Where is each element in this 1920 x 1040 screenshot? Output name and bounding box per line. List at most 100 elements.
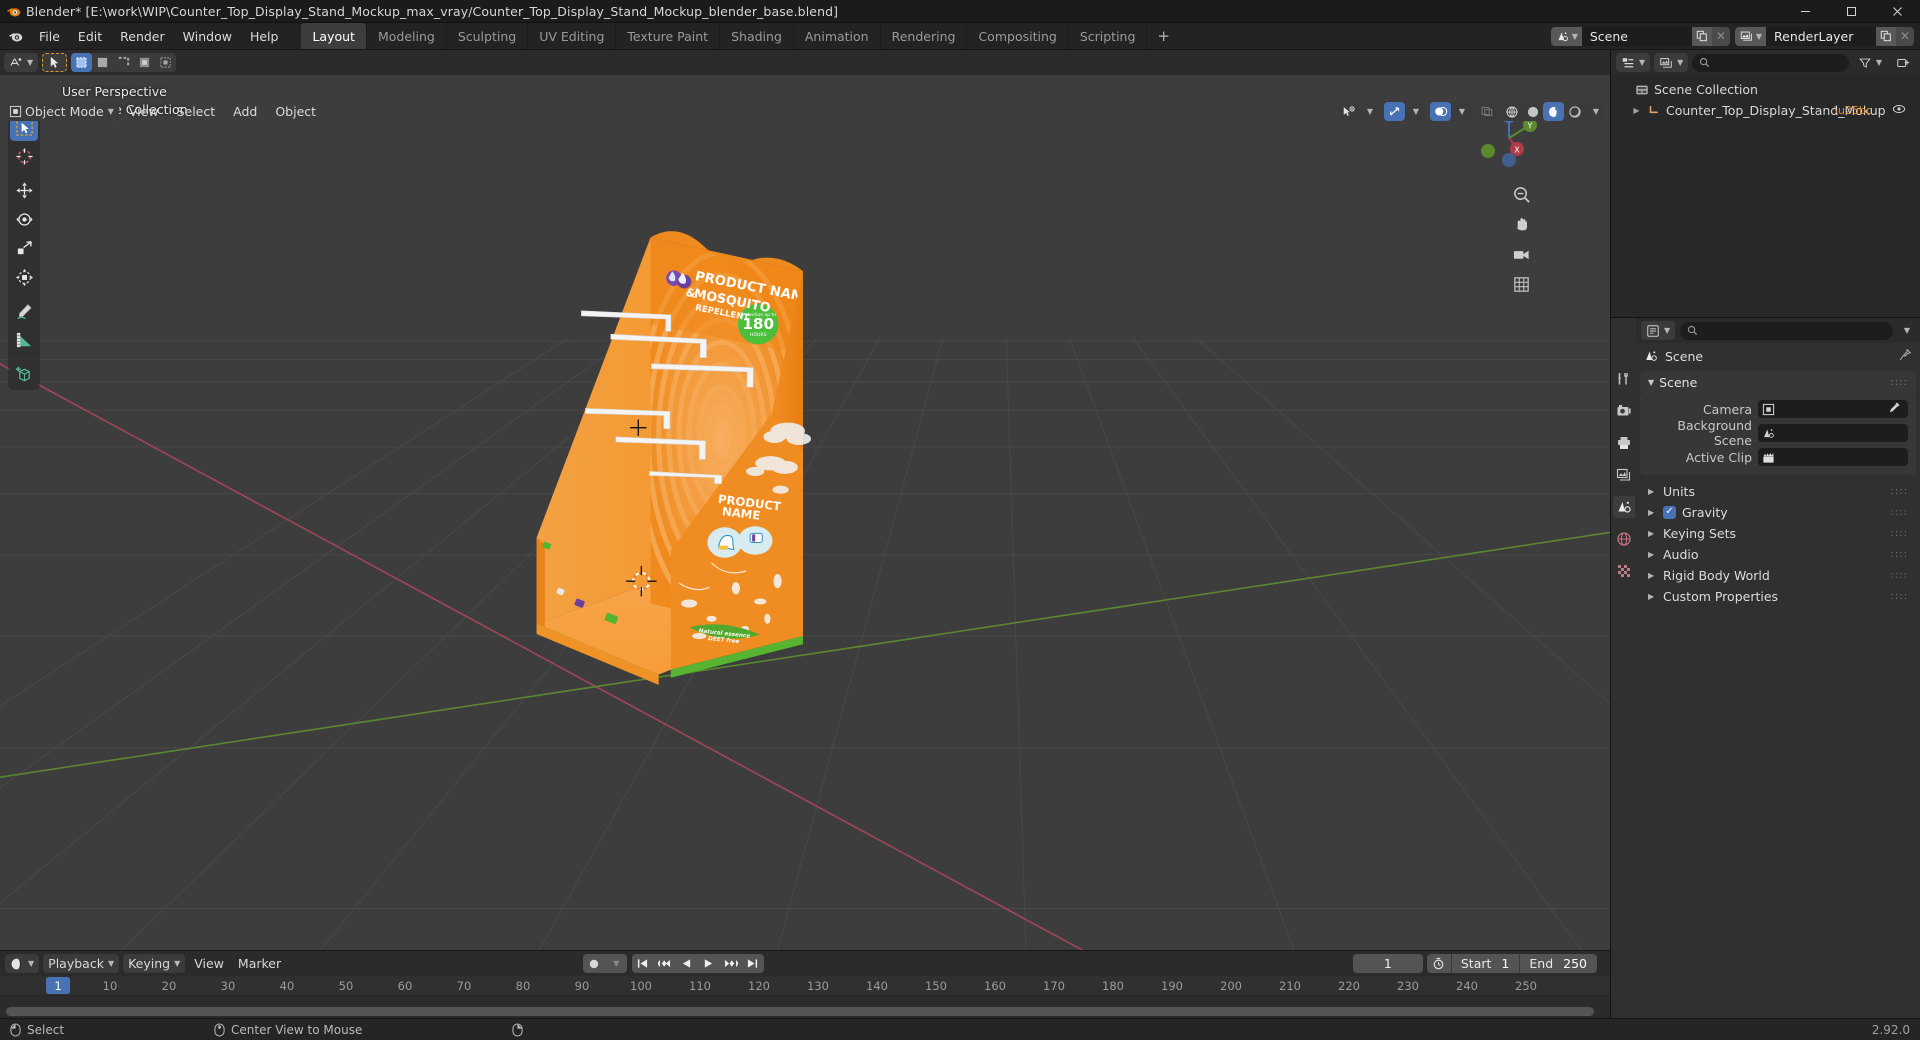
- tab-compositing[interactable]: Compositing: [966, 23, 1067, 49]
- editor-type-3dview-icon[interactable]: ▼: [4, 53, 39, 72]
- tab-scripting[interactable]: Scripting: [1067, 23, 1147, 49]
- panel-header-scene[interactable]: ▼ Scene ::::: [1640, 371, 1916, 394]
- viewport-3d[interactable]: 180 Protection up to HOURS PRODUCT NAME …: [0, 75, 1610, 950]
- gizmo-icon[interactable]: [1384, 102, 1405, 121]
- toggle-ortho-icon[interactable]: [1510, 273, 1532, 295]
- collapse-triangle-icon[interactable]: ▼: [1648, 378, 1654, 387]
- select-cursor-icon[interactable]: [42, 53, 68, 72]
- tab-sculpting[interactable]: Sculpting: [445, 23, 527, 49]
- object-visibility-icon[interactable]: [1338, 102, 1359, 121]
- outliner-row-scene-collection[interactable]: ▶ Scene Collection: [1611, 79, 1920, 100]
- maximize-button[interactable]: [1828, 0, 1874, 22]
- tab-uv-editing[interactable]: UV Editing: [527, 23, 615, 49]
- viewport-menu-view[interactable]: View: [121, 102, 167, 121]
- outliner-tree[interactable]: ▶ Scene Collection ▶ Counter_Top_Display…: [1611, 75, 1920, 317]
- editor-type-properties-icon[interactable]: ▼: [1641, 321, 1676, 340]
- use-preview-range-icon[interactable]: [1427, 954, 1451, 973]
- timeline-menu-marker[interactable]: Marker: [233, 954, 286, 973]
- annotate-tool[interactable]: [10, 297, 38, 325]
- timeline-ruler[interactable]: 1 10 20 30 40 50 60 70 80 90 100 110 120…: [0, 976, 1610, 996]
- camera-field[interactable]: [1758, 400, 1908, 418]
- gravity-checkbox[interactable]: ✓: [1663, 505, 1676, 519]
- xray-toggle-icon[interactable]: [1476, 102, 1497, 121]
- expand-triangle-icon[interactable]: ▶: [1648, 550, 1657, 559]
- timeline-menu-view[interactable]: View: [189, 954, 229, 973]
- new-collection-icon[interactable]: [1891, 53, 1915, 72]
- active-clip-field[interactable]: [1758, 448, 1908, 466]
- view-layer-icon[interactable]: ▼: [1734, 26, 1766, 46]
- unlink-view-layer-button[interactable]: ✕: [1896, 26, 1914, 46]
- select-extend-icon[interactable]: [92, 53, 113, 72]
- select-set-icon[interactable]: [71, 53, 93, 72]
- drag-dots-icon[interactable]: ::::: [1891, 486, 1908, 497]
- expand-triangle-icon[interactable]: ▶: [1648, 529, 1657, 538]
- drag-dots-icon[interactable]: ::::: [1891, 591, 1908, 602]
- select-subtract-icon[interactable]: [113, 53, 134, 72]
- outliner-row-object[interactable]: ▶ Counter_Top_Display_Stand_Mokup \u25bc: [1611, 100, 1920, 121]
- chevron-down-icon[interactable]: ▼: [1359, 102, 1380, 121]
- chevron-down-icon[interactable]: ▼: [1451, 102, 1472, 121]
- menu-file[interactable]: File: [30, 23, 69, 49]
- add-cube-tool[interactable]: [10, 360, 38, 388]
- overlays-group[interactable]: ▼: [1430, 102, 1472, 121]
- tab-texture-paint[interactable]: Texture Paint: [615, 23, 719, 49]
- chevron-down-icon[interactable]: ▼: [1585, 102, 1606, 121]
- auto-keying-record-icon[interactable]: [583, 954, 605, 973]
- texture-checker-icon[interactable]: [1613, 560, 1635, 582]
- blender-menu-icon[interactable]: [0, 23, 30, 49]
- close-button[interactable]: [1874, 0, 1920, 22]
- timeline-menu-keying[interactable]: Keying ▼: [123, 954, 186, 973]
- drag-dots-icon[interactable]: ::::: [1891, 570, 1908, 581]
- view-layer-images-icon[interactable]: [1613, 464, 1635, 486]
- drag-dots-icon[interactable]: ::::: [1891, 528, 1908, 539]
- gizmo-group[interactable]: ▼: [1384, 102, 1426, 121]
- timeline-body[interactable]: [0, 996, 1610, 1018]
- jump-to-end-button[interactable]: [742, 954, 764, 973]
- panel-keying-sets[interactable]: ▶ Keying Sets ::::: [1640, 523, 1916, 543]
- expand-triangle-icon[interactable]: ▶: [1648, 508, 1657, 517]
- end-frame-value[interactable]: 250: [1561, 956, 1597, 971]
- select-intersect-icon[interactable]: [155, 53, 176, 72]
- current-frame-field[interactable]: 1: [1352, 954, 1423, 973]
- duplicate-icon[interactable]: [1876, 26, 1896, 46]
- menu-window[interactable]: Window: [174, 23, 241, 49]
- panel-custom-properties[interactable]: ▶ Custom Properties ::::: [1640, 586, 1916, 606]
- menu-render[interactable]: Render: [111, 23, 174, 49]
- background-scene-field[interactable]: [1758, 424, 1908, 442]
- drag-dots-icon[interactable]: ::::: [1891, 377, 1908, 388]
- measure-tool[interactable]: [10, 326, 38, 354]
- jump-to-start-button[interactable]: [632, 954, 654, 973]
- chevron-down-icon[interactable]: ▼: [605, 954, 627, 973]
- rotate-tool[interactable]: [10, 205, 38, 233]
- unlink-scene-button[interactable]: ✕: [1711, 26, 1730, 46]
- scale-tool[interactable]: [10, 234, 38, 262]
- duplicate-icon[interactable]: [1691, 26, 1712, 46]
- pan-hand-icon[interactable]: [1510, 213, 1532, 235]
- drag-dots-icon[interactable]: ::::: [1891, 507, 1908, 518]
- jump-prev-keyframe-button[interactable]: [654, 954, 676, 973]
- viewport-menu-add[interactable]: Add: [225, 102, 265, 121]
- transform-tool[interactable]: [10, 263, 38, 291]
- filter-marker-icon[interactable]: \u25bc: [1834, 104, 1872, 117]
- scene-icon[interactable]: ▼: [1550, 26, 1582, 46]
- move-tool[interactable]: [10, 176, 38, 204]
- visibility-eye-icon[interactable]: [1892, 102, 1906, 119]
- outliner-search-input[interactable]: [1692, 53, 1849, 72]
- output-printer-icon[interactable]: [1613, 432, 1635, 454]
- eyedropper-icon[interactable]: [1888, 401, 1904, 418]
- tab-animation[interactable]: Animation: [792, 23, 880, 49]
- overlays-icon[interactable]: [1430, 102, 1451, 121]
- properties-search-input[interactable]: [1680, 321, 1893, 340]
- scene-selector[interactable]: ▼ Scene ✕: [1550, 26, 1730, 46]
- play-reverse-button[interactable]: [676, 954, 698, 973]
- panel-gravity[interactable]: ▶ ✓ Gravity ::::: [1640, 502, 1916, 522]
- world-globe-icon[interactable]: [1613, 528, 1635, 550]
- render-camera-icon[interactable]: [1613, 400, 1635, 422]
- properties-filter-chevron-icon[interactable]: ▼: [1898, 321, 1915, 340]
- shading-material-preview-icon[interactable]: [1543, 102, 1564, 121]
- viewport-menu-select[interactable]: Select: [169, 102, 224, 121]
- select-invert-icon[interactable]: [134, 53, 155, 72]
- play-button[interactable]: [698, 954, 720, 973]
- minimize-button[interactable]: [1782, 0, 1828, 22]
- tab-shading[interactable]: Shading: [719, 23, 793, 49]
